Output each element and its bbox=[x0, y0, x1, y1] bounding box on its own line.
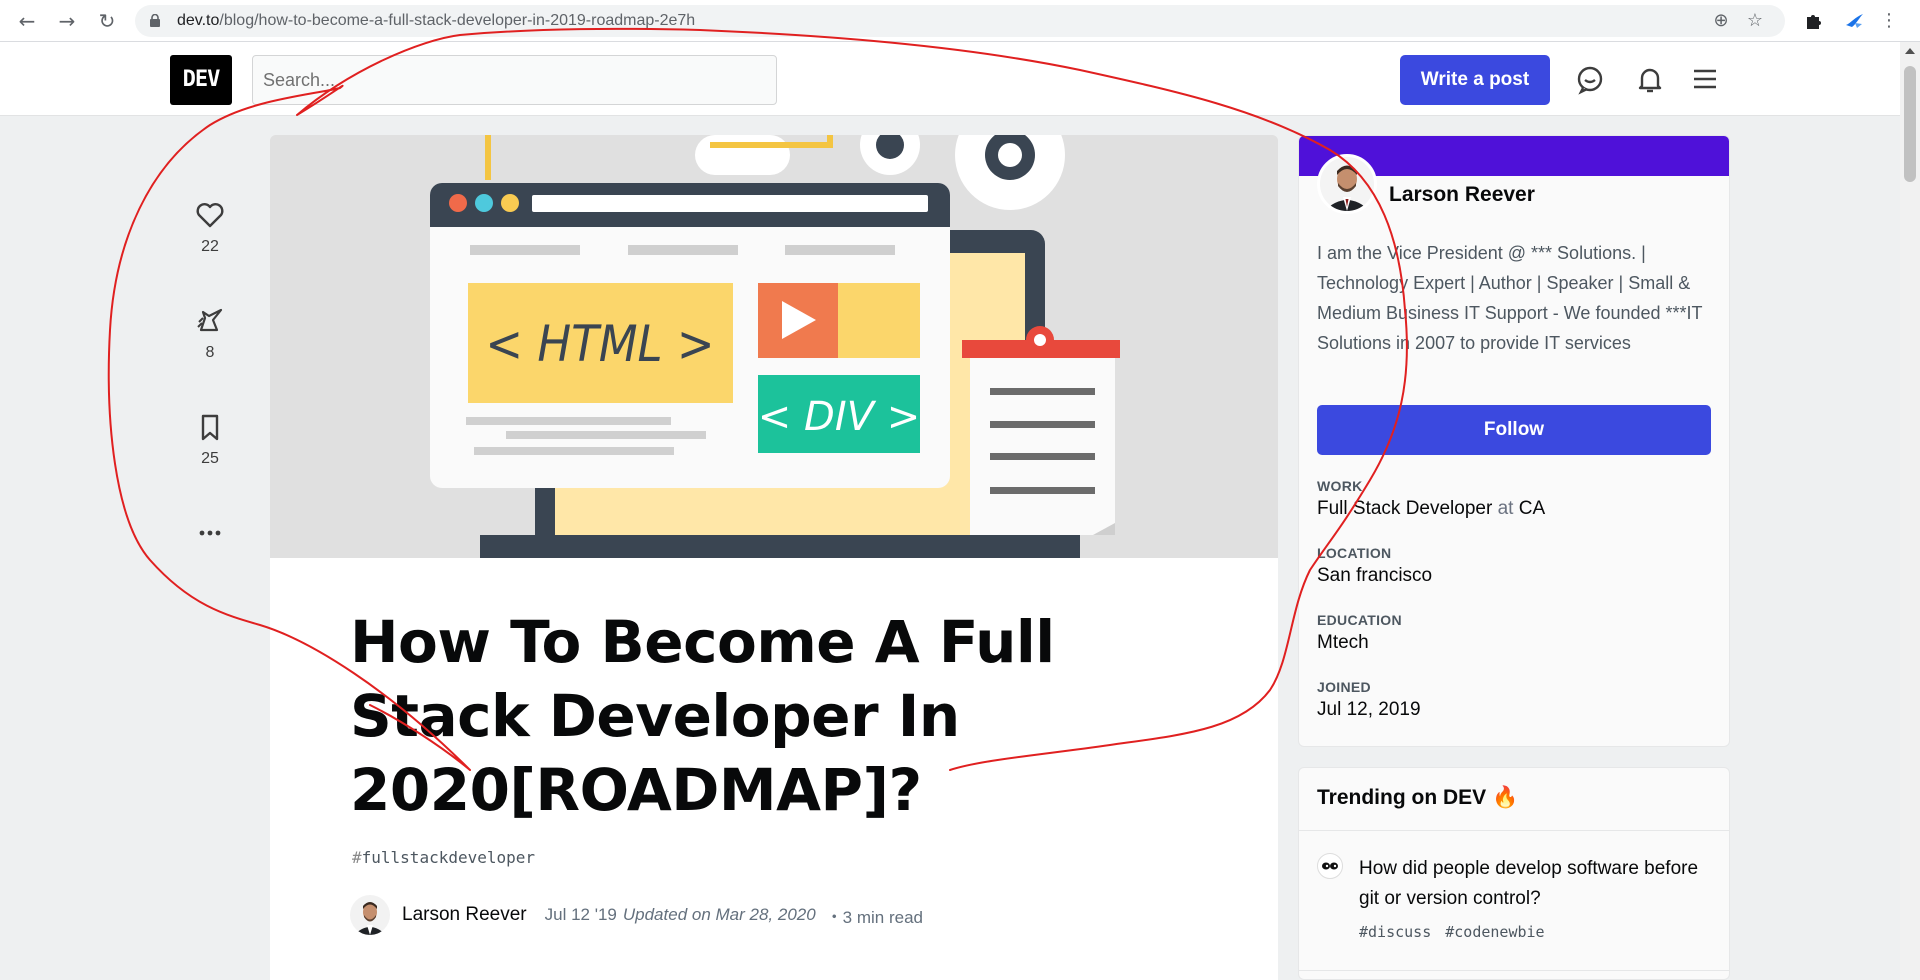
forward-arrow-icon[interactable]: → bbox=[54, 8, 80, 34]
more-options[interactable] bbox=[180, 518, 240, 548]
article-tag[interactable]: #fullstackdeveloper bbox=[352, 848, 535, 867]
glasses-avatar-icon bbox=[1322, 862, 1338, 870]
author-portrait-icon bbox=[350, 895, 390, 935]
chrome-menu-icon[interactable]: ⋮ bbox=[1877, 9, 1901, 33]
url-text[interactable]: dev.to/blog/how-to-become-a-full-stack-d… bbox=[177, 12, 695, 30]
dev-logo[interactable]: DEV bbox=[170, 55, 232, 105]
div-cover-label: < DIV > bbox=[758, 394, 920, 440]
html-cover-label: < HTML > bbox=[485, 315, 714, 373]
trending-tag[interactable]: #codenewbie bbox=[1445, 923, 1544, 941]
bookmark-icon bbox=[201, 414, 219, 441]
work-value-row: Full Stack Developer at CA bbox=[1317, 498, 1712, 520]
work-value: Full Stack Developer bbox=[1317, 498, 1493, 519]
address-bar[interactable]: dev.to/blog/how-to-become-a-full-stack-d… bbox=[135, 5, 1785, 37]
chat-bubble-icon[interactable] bbox=[1573, 62, 1607, 96]
read-time: ・3 min read bbox=[825, 907, 924, 927]
trending-post-title[interactable]: How did people develop software before g… bbox=[1359, 854, 1699, 914]
cover-image: < HTML > < DIV > bbox=[270, 135, 1278, 558]
trending-tag[interactable]: #discuss bbox=[1359, 923, 1431, 941]
reload-icon[interactable]: ↻ bbox=[94, 8, 120, 34]
scroll-up-arrow-icon[interactable] bbox=[1905, 48, 1915, 54]
trending-heading: Trending on DEV 🔥 bbox=[1317, 786, 1519, 809]
article-byline: Larson Reever Jul 12 '19 Updated on Mar … bbox=[350, 895, 923, 935]
author-name[interactable]: Larson Reever bbox=[402, 904, 527, 926]
updated-date: Updated on Mar 28, 2020 bbox=[622, 905, 816, 924]
education-value: Mtech bbox=[1317, 632, 1369, 653]
article-title: How To Become A Full Stack Developer In … bbox=[350, 608, 1055, 824]
work-label: WORK bbox=[1317, 478, 1363, 494]
profile-avatar[interactable] bbox=[1317, 154, 1377, 214]
back-arrow-icon[interactable]: ← bbox=[14, 8, 40, 34]
article-tag-label: fullstackdeveloper bbox=[361, 848, 536, 867]
location-label: LOCATION bbox=[1317, 545, 1392, 561]
publish-date: Jul 12 '19 bbox=[544, 905, 617, 924]
like-reaction[interactable]: 22 bbox=[180, 200, 240, 256]
more-dots-icon bbox=[199, 530, 221, 536]
like-count: 22 bbox=[201, 238, 219, 255]
bookmark-reaction[interactable]: 25 bbox=[180, 412, 240, 468]
work-at: at bbox=[1497, 498, 1514, 519]
browser-toolbar: ← → ↻ dev.to/blog/how-to-become-a-full-s… bbox=[0, 0, 1920, 42]
bookmark-count: 25 bbox=[201, 450, 219, 467]
joined-label: JOINED bbox=[1317, 679, 1371, 695]
trending-card: Trending on DEV 🔥 How did people develop… bbox=[1298, 767, 1730, 980]
site-header: DEV Write a post bbox=[0, 42, 1900, 116]
profile-joined: JOINED Jul 12, 2019 bbox=[1317, 679, 1712, 721]
page-scrollbar[interactable] bbox=[1900, 42, 1920, 980]
follow-button[interactable]: Follow bbox=[1317, 405, 1711, 455]
profile-name[interactable]: Larson Reever bbox=[1389, 183, 1535, 207]
unicorn-icon bbox=[197, 308, 223, 332]
notification-bell-icon[interactable] bbox=[1633, 62, 1667, 96]
heart-icon bbox=[196, 203, 224, 228]
profile-bio: I am the Vice President @ *** Solutions.… bbox=[1317, 243, 1703, 353]
unicorn-count: 8 bbox=[205, 344, 215, 361]
author-avatar[interactable] bbox=[350, 895, 390, 935]
profile-education: EDUCATION Mtech bbox=[1317, 612, 1712, 654]
trending-divider bbox=[1299, 970, 1729, 971]
profile-location: LOCATION San francisco bbox=[1317, 545, 1712, 587]
hamburger-menu-icon[interactable] bbox=[1688, 62, 1722, 96]
search-input[interactable] bbox=[252, 55, 777, 105]
star-bookmark-icon[interactable]: ☆ bbox=[1744, 10, 1766, 32]
scrollbar-thumb[interactable] bbox=[1904, 66, 1916, 182]
article-card: < HTML > < DIV > How To Become A Full St… bbox=[270, 135, 1278, 980]
author-portrait-icon bbox=[1320, 157, 1374, 211]
cover-illustration: < HTML > < DIV > bbox=[270, 135, 1278, 558]
education-label: EDUCATION bbox=[1317, 612, 1402, 628]
url-host: dev.to bbox=[177, 12, 220, 29]
trending-divider bbox=[1299, 830, 1729, 831]
zoom-icon[interactable]: ⊕ bbox=[1710, 10, 1732, 32]
lock-icon bbox=[150, 14, 160, 27]
location-value: San francisco bbox=[1317, 565, 1433, 586]
unicorn-reaction[interactable]: 8 bbox=[180, 306, 240, 362]
profile-work: WORK Full Stack Developer at CA bbox=[1317, 478, 1712, 520]
author-profile-card: Larson Reever I am the Vice President @ … bbox=[1298, 135, 1730, 747]
extensions-puzzle-icon[interactable] bbox=[1801, 9, 1825, 33]
post-author-avatar[interactable] bbox=[1317, 853, 1343, 879]
joined-value: Jul 12, 2019 bbox=[1317, 699, 1421, 720]
trending-post-tags: #discuss #codenewbie bbox=[1359, 923, 1559, 941]
write-post-button[interactable]: Write a post bbox=[1400, 55, 1550, 105]
url-path: /blog/how-to-become-a-full-stack-develop… bbox=[219, 12, 696, 29]
work-company: CA bbox=[1518, 498, 1546, 519]
extension-bird-icon[interactable] bbox=[1843, 9, 1867, 33]
